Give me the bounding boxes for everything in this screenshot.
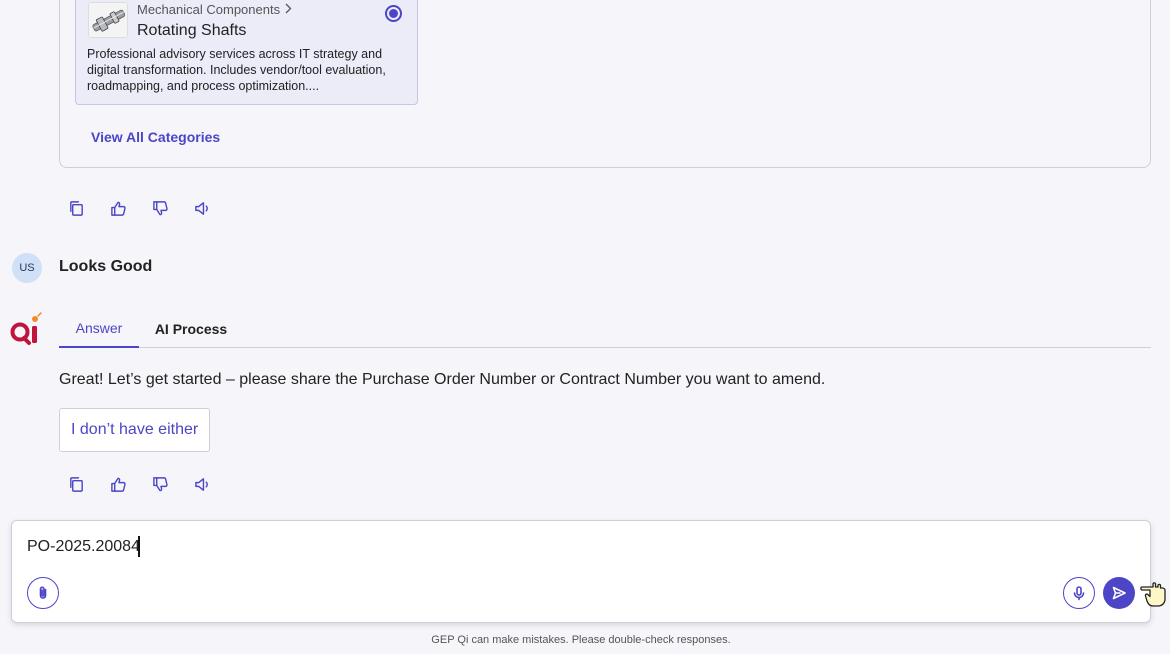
message-actions xyxy=(64,196,214,220)
card-title: Rotating Shafts xyxy=(137,22,247,39)
chat-composer xyxy=(11,520,1151,623)
message-actions xyxy=(64,472,214,496)
gep-qi-logo xyxy=(10,312,44,346)
thumbs-down-icon[interactable] xyxy=(148,196,172,220)
answer-tab-bar: Answer AI Process xyxy=(59,310,1151,348)
microphone-button[interactable] xyxy=(1063,577,1095,609)
view-all-categories-link[interactable]: View All Categories xyxy=(91,129,220,145)
thumbs-up-icon[interactable] xyxy=(106,472,130,496)
send-button[interactable] xyxy=(1103,577,1135,609)
answer-text: Great! Let’s get started – please share … xyxy=(59,371,826,388)
hand-pointer-cursor xyxy=(1140,573,1170,609)
user-message: Looks Good xyxy=(59,258,153,275)
message-input[interactable] xyxy=(27,535,1027,559)
tab-answer[interactable]: Answer xyxy=(59,310,139,348)
paperclip-icon xyxy=(39,586,47,599)
card-description: Professional advisory services across IT… xyxy=(87,47,386,93)
send-icon xyxy=(1112,586,1126,600)
card-breadcrumb[interactable]: Mechanical Components xyxy=(137,2,292,17)
breadcrumb-label: Mechanical Components xyxy=(137,2,281,17)
user-avatar: US xyxy=(12,253,42,283)
suggestion-i-dont-have-either[interactable]: I don’t have either xyxy=(59,408,211,452)
speaker-icon[interactable] xyxy=(190,196,214,220)
category-card-rotating-shafts[interactable]: Mechanical Components Rotating Shafts Pr… xyxy=(75,0,418,105)
card-radio-selected[interactable] xyxy=(385,5,402,22)
speaker-icon[interactable] xyxy=(190,472,214,496)
text-caret xyxy=(138,536,140,557)
copy-icon[interactable] xyxy=(64,472,88,496)
chevron-right-icon xyxy=(284,2,292,17)
thumbs-down-icon[interactable] xyxy=(148,472,172,496)
attach-button[interactable] xyxy=(27,577,59,609)
copy-icon[interactable] xyxy=(64,196,88,220)
category-panel: Mechanical Components Rotating Shafts Pr… xyxy=(59,0,1151,168)
microphone-icon xyxy=(1073,586,1085,601)
shaft-thumbnail xyxy=(88,2,128,38)
disclaimer-text: GEP Qi can make mistakes. Please double-… xyxy=(431,634,731,646)
thumbs-up-icon[interactable] xyxy=(106,196,130,220)
tab-ai-process[interactable]: AI Process xyxy=(143,310,239,348)
